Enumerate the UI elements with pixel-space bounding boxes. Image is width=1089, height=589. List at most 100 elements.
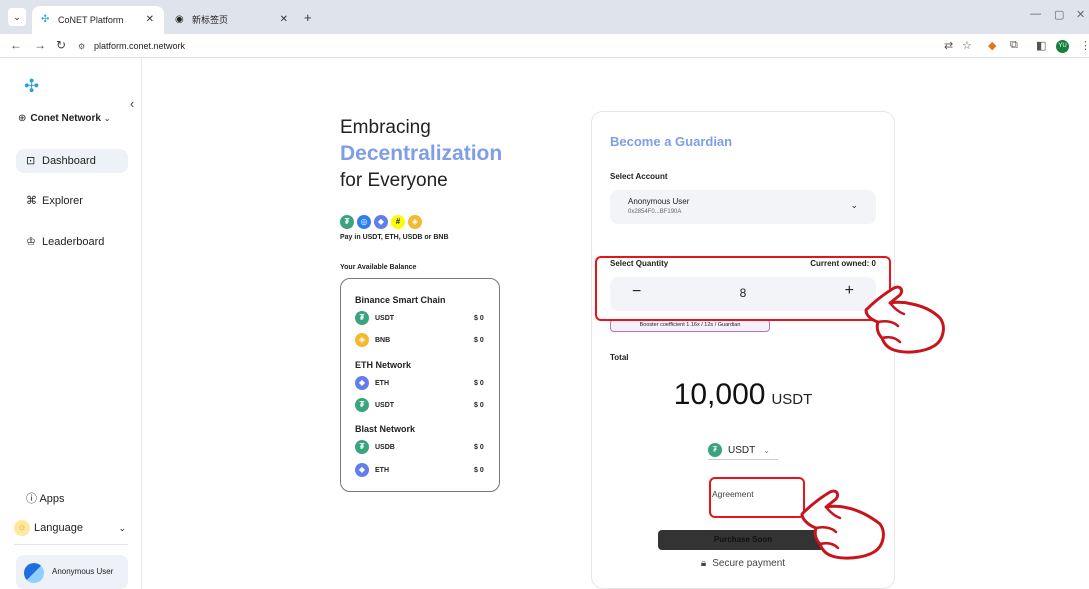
token-amount: $ 0 <box>474 315 484 322</box>
chevron-down-icon: ⌄ <box>118 523 126 533</box>
address-bar: ← → ↻ ⚙ platform.conet.network ⇄ ☆ ◆ ⧉ ◧ … <box>0 34 1089 58</box>
token-symbol: ETH <box>375 467 389 474</box>
eth-icon: ◆ <box>355 463 369 478</box>
account-select[interactable]: Anonymous User 0x2854F0...BF190A ⌄ <box>610 190 876 224</box>
tab-conet-platform[interactable]: ✣ CoNET Platform ✕ <box>32 6 164 34</box>
sidepanel-icon[interactable]: ◧ <box>1036 39 1046 52</box>
bnb-icon: ◈ <box>355 333 369 348</box>
translate-icon[interactable]: ⇄ <box>944 39 953 52</box>
secure-payment-label: Secure payment <box>712 558 786 569</box>
close-window-icon[interactable]: ✕ <box>1076 8 1085 21</box>
total-price: 10,000 USDT <box>592 378 894 412</box>
profile-avatar-icon[interactable]: YU <box>1056 40 1069 53</box>
pointing-hand-icon <box>864 285 945 354</box>
token-symbol: ETH <box>375 380 389 387</box>
sidebar-item-label: Leaderboard <box>42 236 105 248</box>
url-input[interactable]: ⚙ platform.conet.network <box>78 37 928 55</box>
sidebar-item-dashboard[interactable]: ⊡ Dashboard <box>16 149 128 173</box>
token-amount: $ 0 <box>474 337 484 344</box>
close-icon[interactable]: ✕ <box>280 6 288 34</box>
network-title: ETH Network <box>355 360 412 370</box>
browser-tabbar: ⌄ ✣ CoNET Platform ✕ ◉ 新标签页 ✕ + — ▢ ✕ <box>0 0 1089 34</box>
token-amount: $ 0 <box>474 467 484 474</box>
dashboard-icon: ⊡ <box>26 155 36 167</box>
blast-icon: # <box>391 215 405 229</box>
url-text: platform.conet.network <box>94 41 186 51</box>
list-item: ◆ ETH $ 0 <box>355 463 487 479</box>
bookmark-star-icon[interactable]: ☆ <box>962 39 972 52</box>
restore-icon[interactable]: ▢ <box>1054 8 1064 21</box>
sun-icon: ☼ <box>14 520 30 537</box>
account-address: 0x2854F0...BF190A <box>628 209 682 215</box>
sidebar-item-label: Explorer <box>42 195 83 207</box>
apps-link[interactable]: ⓘ Apps <box>26 490 65 506</box>
usdt-icon: ₮ <box>340 215 354 229</box>
eth-icon: ◆ <box>374 215 388 229</box>
agreement-highlight <box>709 477 805 518</box>
hero-line-1: Embracing <box>340 117 431 138</box>
apps-label: Apps <box>39 493 65 505</box>
chrome-icon: ◉ <box>175 14 184 25</box>
tab-title: CoNET Platform <box>58 15 124 25</box>
token-symbol: USDT <box>375 402 395 409</box>
list-item: ◆ ETH $ 0 <box>355 376 487 392</box>
new-tab-button[interactable]: + <box>304 10 312 25</box>
forward-icon[interactable]: → <box>34 38 46 52</box>
token-symbol: USDB <box>375 444 395 451</box>
sidebar: ✣ ‹ ⊕ Conet Network ⌄ ⊡ Dashboard ⌘ Explore… <box>0 58 142 589</box>
explorer-icon: ⌘ <box>26 195 37 207</box>
total-label: Total <box>610 353 629 362</box>
usdt-icon: ₮ <box>708 443 722 458</box>
hero-line-2: Decentralization <box>340 142 503 165</box>
guardian-title: Become a Guardian <box>610 134 733 149</box>
list-item: ₮ USDT $ 0 <box>355 311 487 327</box>
token-symbol: USDT <box>375 315 395 322</box>
user-profile-button[interactable]: Anonymous User <box>16 555 128 589</box>
close-icon[interactable]: ✕ <box>146 6 154 34</box>
balance-card: Binance Smart Chain ₮ USDT $ 0 ◈ BNB $ 0 E… <box>340 278 500 492</box>
usdb-icon: ₮ <box>355 440 369 455</box>
avatar <box>24 563 44 583</box>
tab-search-button[interactable]: ⌄ <box>8 8 26 26</box>
chevron-down-icon: ⌄ <box>850 200 858 210</box>
token-amount: $ 0 <box>474 380 484 387</box>
total-amount: 10,000 <box>673 378 766 411</box>
total-unit: USDT <box>771 391 813 408</box>
language-label: Language <box>34 522 83 534</box>
network-title: Blast Network <box>355 424 416 434</box>
conet-logo-icon[interactable]: ✣ <box>24 76 39 97</box>
divider <box>14 544 128 545</box>
network-title: Binance Smart Chain <box>355 295 446 305</box>
list-item: ₮ USDB $ 0 <box>355 440 487 456</box>
minimize-icon[interactable]: — <box>1030 8 1041 20</box>
available-balance-label: Your Available Balance <box>340 264 417 271</box>
trophy-icon: ♔ <box>26 236 36 248</box>
back-icon[interactable]: ← <box>10 38 22 52</box>
collapse-sidebar-icon[interactable]: ‹ <box>130 96 134 111</box>
token-symbol: BNB <box>375 337 391 344</box>
sidebar-item-leaderboard[interactable]: ♔ Leaderboard <box>16 230 128 254</box>
metamask-icon[interactable]: ◆ <box>988 39 996 52</box>
tab-new-tab[interactable]: ◉ 新标签页 ✕ <box>166 6 298 34</box>
reload-icon[interactable]: ↻ <box>56 38 66 52</box>
chevron-down-icon: ⌄ <box>103 114 111 123</box>
usdt-icon: ₮ <box>355 311 369 326</box>
eth-icon: ◆ <box>355 376 369 391</box>
quantity-highlight <box>595 256 891 321</box>
user-name: Anonymous User <box>52 567 114 576</box>
sidebar-item-label: Dashboard <box>42 155 96 167</box>
network-selector[interactable]: ⊕ Conet Network ⌄ <box>18 113 110 124</box>
extensions-icon[interactable]: ⧉ <box>1010 39 1018 52</box>
info-icon: ⓘ <box>26 493 37 505</box>
lock-icon: 🔒︎ <box>700 558 707 569</box>
sidebar-item-explorer[interactable]: ⌘ Explorer <box>16 189 128 213</box>
site-info-icon[interactable]: ⚙ <box>78 38 90 56</box>
conet-favicon: ✣ <box>41 14 50 25</box>
pointing-hand-icon <box>800 489 885 560</box>
menu-icon[interactable]: ⋮ <box>1080 39 1089 52</box>
usdt-icon: ₮ <box>355 398 369 413</box>
token-amount: $ 0 <box>474 444 484 451</box>
language-selector[interactable]: ☼ Language ⌄ <box>14 518 130 538</box>
payment-coins: ₮ ◎ ◆ # ◈ <box>340 211 425 229</box>
currency-select[interactable]: ₮ USDT ⌄ <box>708 442 778 460</box>
